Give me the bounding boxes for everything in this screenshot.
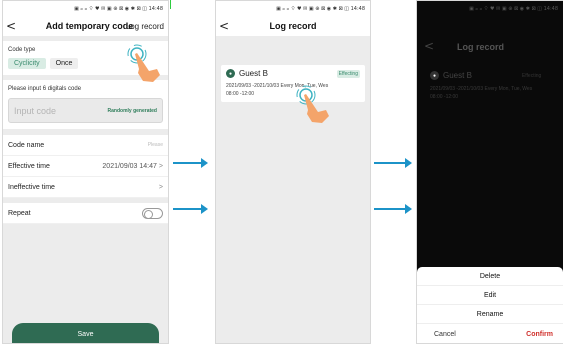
guest-icon: ● <box>430 71 439 80</box>
dimmed-log-details: 2021/09/03 -2021/10/03 Every Mon, Tue, W… <box>430 85 532 101</box>
chip-once[interactable]: Once <box>49 58 79 69</box>
repeat-toggle[interactable] <box>142 207 163 219</box>
green-marker <box>170 0 171 9</box>
randomly-generated-button[interactable]: Randomly generated <box>108 108 157 114</box>
cancel-button[interactable]: Cancel <box>434 331 456 338</box>
right-arrow-icon <box>173 158 208 168</box>
dimmed-guest-label: ● Guest B Effecting <box>430 71 541 80</box>
right-arrow-icon <box>374 158 412 168</box>
status-badge: Effecting <box>336 69 360 78</box>
page-title: Log record <box>269 21 317 31</box>
settings-rows: Code name Please Effective time 2021/09/… <box>3 135 168 198</box>
repeat-section: Repeat <box>3 203 168 224</box>
code-name-row[interactable]: Code name Please <box>3 135 168 156</box>
log-record-screen: ▣ ᵢₗₗ ᵢₗₗ ⌔ ♥ ✉ ▣ ⊕ ⊠ ◉ ✱ ⊠ ◫ 14:48 < Lo… <box>215 0 371 344</box>
log-time-range: 08:00 -12:00 <box>226 91 255 97</box>
log-card[interactable]: ● Guest B Effecting 2021/09/03 -2021/10/… <box>221 65 365 102</box>
right-arrow-icon <box>374 204 412 214</box>
delete-option[interactable]: Delete <box>417 267 563 286</box>
log-date-range: 2021/09/03 -2021/10/03 Every Mon, Tue, W… <box>430 86 533 92</box>
chevron-right-icon: > <box>158 162 163 170</box>
hand-pointer-icon <box>127 44 160 82</box>
chip-cyclicity[interactable]: Cyclicity <box>8 58 46 69</box>
header-bar: < Log record <box>216 16 370 36</box>
log-date-range: 2021/09/03 -2021/10/03 Every Mon, Tue, W… <box>226 83 329 89</box>
back-icon[interactable]: < <box>216 19 232 33</box>
effective-time-value: 2021/09/03 14:47 <box>102 162 157 170</box>
confirm-button[interactable]: Confirm <box>526 331 553 338</box>
code-input-label: Please input 6 digitals code <box>8 86 82 92</box>
status-bar: ▣ ᵢₗₗ ᵢₗₗ ⌔ ♥ ✉ ▣ ⊕ ⊠ ◉ ✱ ⊠ ◫ 14:48 <box>3 1 168 16</box>
guest-icon: ● <box>226 69 235 78</box>
ineffective-time-row[interactable]: Ineffective time > <box>3 177 168 198</box>
save-button[interactable]: Save <box>12 323 159 343</box>
guest-name: Guest B <box>443 71 472 80</box>
edit-option[interactable]: Edit <box>417 286 563 305</box>
log-card-details: 2021/09/03 -2021/10/03 Every Mon, Tue, W… <box>226 82 360 98</box>
status-bar: ▣ ᵢₗₗ ᵢₗₗ ⌔ ♥ ✉ ▣ ⊕ ⊠ ◉ ✱ ⊠ ◫ 14:48 <box>417 1 563 16</box>
status-bar: ▣ ᵢₗₗ ᵢₗₗ ⌔ ♥ ✉ ▣ ⊕ ⊠ ◉ ✱ ⊠ ◫ 14:48 <box>216 1 370 16</box>
guest-label: ● Guest B <box>226 69 268 78</box>
code-input-box: Randomly generated <box>8 98 163 123</box>
log-record-action-sheet-screen: ▣ ᵢₗₗ ᵢₗₗ ⌔ ♥ ✉ ▣ ⊕ ⊠ ◉ ✱ ⊠ ◫ 14:48 < Lo… <box>416 0 563 344</box>
header-bar: < Add temporary code Log record <box>3 16 168 36</box>
rename-option[interactable]: Rename <box>417 305 563 324</box>
hand-pointer-icon <box>296 85 329 123</box>
code-name-placeholder: Please <box>147 142 163 148</box>
action-sheet: Delete Edit Rename Cancel Confirm <box>417 267 563 343</box>
log-record-link[interactable]: Log record <box>126 22 164 31</box>
status-badge: Effecting <box>521 72 542 79</box>
guest-name: Guest B <box>239 69 268 78</box>
action-sheet-buttons: Cancel Confirm <box>417 324 563 338</box>
right-arrow-icon <box>173 204 208 214</box>
log-card-header: ● Guest B Effecting <box>226 69 360 78</box>
code-input-section: Please input 6 digitals code Randomly ge… <box>3 80 168 129</box>
back-icon: < <box>423 39 435 53</box>
ineffective-time-label: Ineffective time <box>8 183 55 191</box>
log-time-range: 08:00 -12:00 <box>430 94 459 100</box>
effective-time-label: Effective time <box>8 162 50 170</box>
back-icon[interactable]: < <box>3 19 19 33</box>
code-input[interactable] <box>14 105 84 116</box>
code-name-label: Code name <box>8 141 45 149</box>
chevron-right-icon: > <box>158 183 163 191</box>
repeat-row: Repeat <box>3 203 168 224</box>
repeat-label: Repeat <box>8 209 31 217</box>
effective-time-row[interactable]: Effective time 2021/09/03 14:47 > <box>3 156 168 177</box>
add-temporary-code-screen: ▣ ᵢₗₗ ᵢₗₗ ⌔ ♥ ✉ ▣ ⊕ ⊠ ◉ ✱ ⊠ ◫ 14:48 < Ad… <box>2 0 169 344</box>
page-title: Log record <box>457 42 505 52</box>
